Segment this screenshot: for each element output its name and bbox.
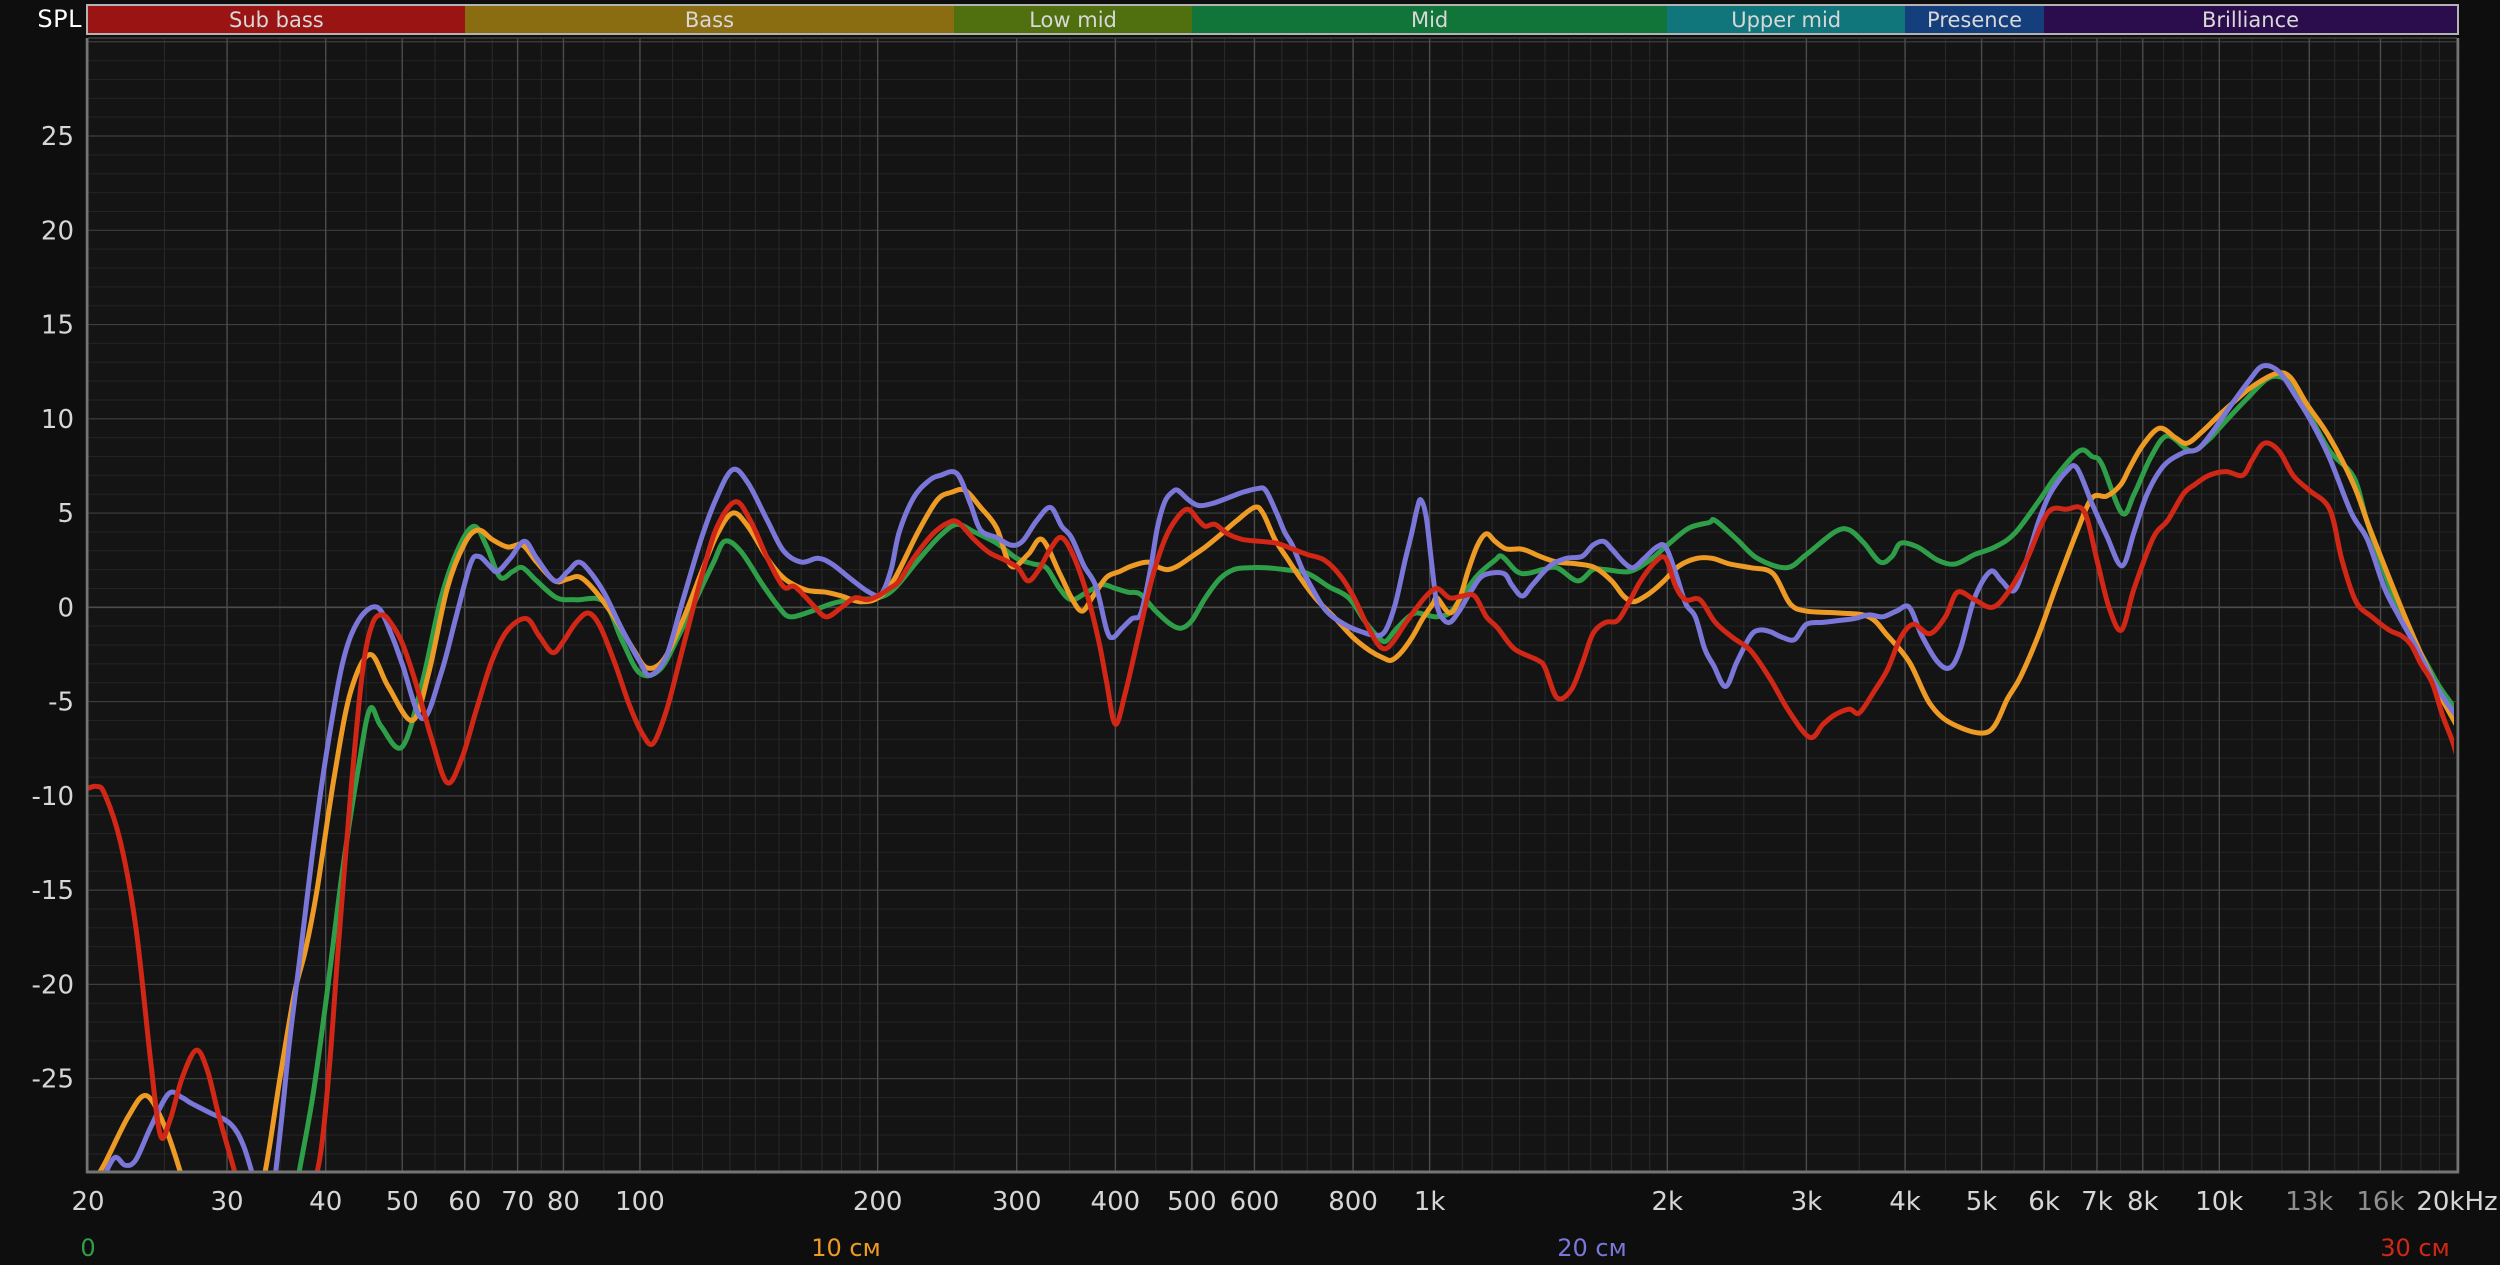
x-tick-label: 7k [2081, 1187, 2113, 1217]
y-tick-label: 20 [41, 216, 74, 246]
y-tick-label: 5 [57, 499, 74, 529]
x-tick-label: 60 [448, 1187, 481, 1217]
x-tick-label: 1k [1414, 1187, 1446, 1217]
y-tick-label: 10 [41, 405, 74, 435]
y-tick-label: 25 [41, 122, 74, 152]
x-tick-label: 400 [1091, 1187, 1141, 1217]
x-tick-label: 30 [211, 1187, 244, 1217]
x-tick-label: 300 [992, 1187, 1042, 1217]
x-tick-label: 600 [1230, 1187, 1280, 1217]
x-tick-label: 20 [71, 1187, 104, 1217]
x-tick-label: 4k [1889, 1187, 1921, 1217]
y-tick-label: -10 [32, 782, 74, 812]
legend-item-20-см: 20 см [1557, 1234, 1626, 1262]
x-tick-label: 13k [2285, 1187, 2333, 1217]
y-tick-label: 0 [57, 593, 74, 623]
frequency-response-screen: SPL Sub bass Bass Low mid Mid Upper mid Prese… [0, 0, 2500, 1265]
x-tick-label: 8k [2127, 1187, 2159, 1217]
x-tick-label: 6k [2028, 1187, 2060, 1217]
x-tick-label: 200 [853, 1187, 903, 1217]
x-tick-label: 16k [2356, 1187, 2404, 1217]
y-tick-label: -20 [32, 970, 74, 1000]
y-tick-label: -25 [32, 1065, 74, 1095]
x-tick-label: 100 [615, 1187, 665, 1217]
frequency-response-chart: 2520151050-5-10-15-20-2520 30 40 50 60 70 80 10… [32, 37, 2498, 1262]
x-tick-label: 500 [1167, 1187, 1217, 1217]
legend-item-0: 0 [80, 1234, 95, 1262]
y-tick-label: 15 [41, 311, 74, 341]
legend-item-30-см: 30 см [2380, 1234, 2449, 1262]
x-tick-label: 5k [1966, 1187, 1998, 1217]
x-tick-label: 70 [501, 1187, 534, 1217]
legend-item-10-см: 10 см [811, 1234, 880, 1262]
x-tick-label: 40 [309, 1187, 342, 1217]
x-tick-label: 3k [1791, 1187, 1823, 1217]
x-tick-label: 800 [1328, 1187, 1378, 1217]
x-tick-label: 50 [386, 1187, 419, 1217]
x-tick-label: 10k [2195, 1187, 2243, 1217]
x-tick-label: 2k [1652, 1187, 1684, 1217]
x-tick-label: 20kHz [2416, 1187, 2497, 1217]
y-tick-label: -5 [48, 688, 74, 718]
x-tick-label: 80 [547, 1187, 580, 1217]
y-tick-label: -15 [32, 876, 74, 906]
